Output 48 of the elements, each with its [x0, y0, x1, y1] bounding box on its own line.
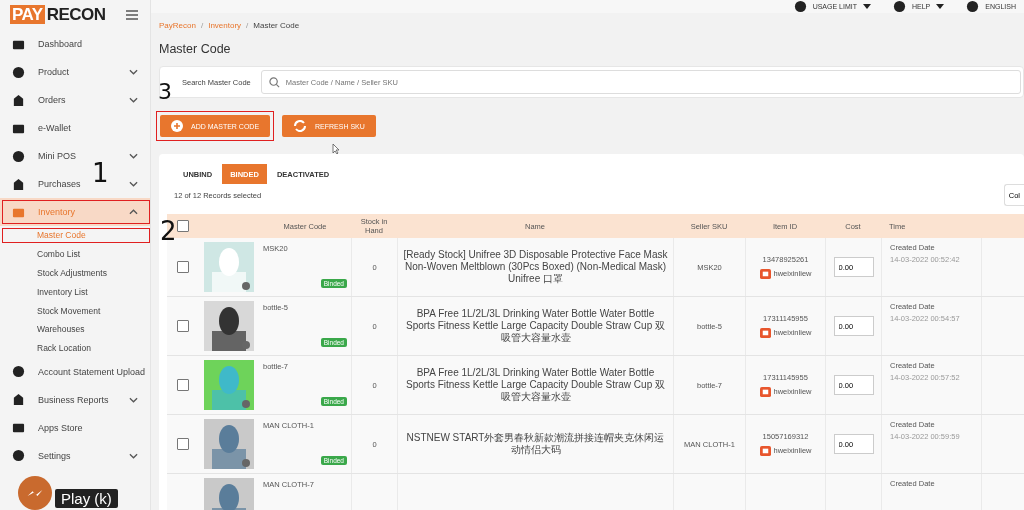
menu-item-icon — [966, 0, 980, 13]
menu-item-icon — [793, 0, 807, 13]
shop-icon — [759, 445, 771, 456]
sidebar-subitem[interactable]: Stock Movement — [37, 305, 101, 316]
sidebar-item[interactable]: e-Wallet — [0, 114, 71, 142]
product-name: NSTNEW START外套男春秋新款潮流拼接连帽夹克休闲运动情侣大码 — [405, 432, 666, 456]
caret-icon — [936, 4, 945, 9]
breadcrumb-separator: / — [246, 21, 249, 30]
sidebar-subitem[interactable]: Inventory List — [37, 286, 88, 297]
annotation-number: 2 — [160, 218, 177, 244]
row-checkbox[interactable] — [177, 320, 189, 332]
sidebar-item[interactable]: Mini POS — [0, 142, 76, 170]
product-name: [Ready Stock] Unifree 3D Disposable Protective Face Mask Non-Woven Meltblown (30Pcs Boxed) (Non-Medical Mask) Unifree 口罩 — [402, 249, 669, 285]
sidebar-item[interactable]: Business Reports — [0, 385, 109, 414]
sidebar-subitem[interactable]: Rack Location — [37, 343, 91, 354]
messenger-icon — [27, 489, 43, 497]
refresh-icon — [293, 120, 308, 132]
sidebar-item[interactable]: Dashboard — [0, 30, 83, 58]
row-checkbox[interactable] — [177, 379, 189, 391]
sidebar-subitem[interactable]: Stock Adjustments — [37, 268, 107, 278]
shop-icon — [759, 327, 771, 338]
select-all-checkbox[interactable] — [177, 220, 189, 232]
annotation-number: 1 — [92, 160, 109, 186]
video-tooltip: Play (k) — [55, 489, 118, 508]
sidebar-item[interactable]: Apps Store — [0, 413, 83, 442]
sidebar-item[interactable]: Account Statement Upload — [0, 357, 146, 386]
product-name: BPA Free 1L/2L/3L Drinking Water Bottle Water Bottle Sports Fitness Kettle Large Capacity Double Straw Cup 双吸管大容量水壶 — [405, 308, 666, 344]
page-title: Master Code — [159, 42, 232, 56]
sidebar-item[interactable]: Orders — [0, 86, 66, 114]
menu-icon[interactable] — [126, 10, 138, 20]
row-checkbox[interactable] — [177, 261, 189, 273]
row-checkbox[interactable] — [177, 438, 189, 450]
caret-icon — [862, 4, 871, 9]
shop-icon — [759, 386, 771, 397]
logo: PAY RECON — [10, 5, 106, 25]
chat-button[interactable] — [18, 476, 52, 510]
menu-item-icon — [892, 0, 906, 13]
annotation-number: 3 — [158, 81, 172, 103]
sidebar-subitem[interactable]: Combo List — [37, 249, 80, 260]
sidebar-item[interactable]: Product — [0, 58, 70, 86]
product-name: BPA Free 1L/2L/3L Drinking Water Bottle Water Bottle Sports Fitness Kettle Large Capacity Double Straw Cup 双吸管大容量水壶 — [405, 367, 666, 403]
plus-icon — [171, 120, 183, 132]
sidebar-item[interactable]: Purchases — [0, 170, 81, 198]
breadcrumb-current: Master Code — [253, 21, 300, 30]
sidebar-subitem[interactable]: Warehouses — [37, 324, 85, 335]
breadcrumb-separator: / — [200, 21, 204, 30]
sidebar-item[interactable]: Settings — [0, 441, 71, 470]
shop-icon — [759, 268, 771, 279]
